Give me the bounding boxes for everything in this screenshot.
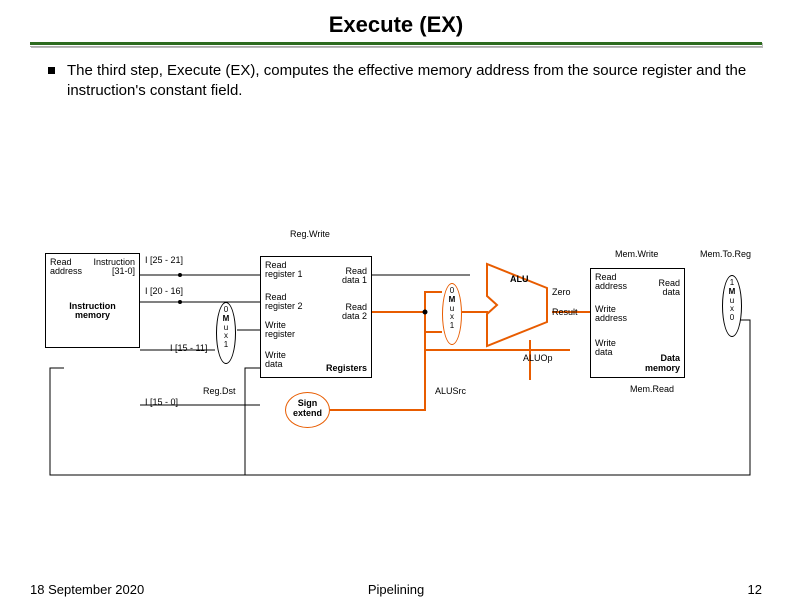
rf-wd: Write data xyxy=(265,351,286,370)
sig-regdst: Reg.Dst xyxy=(203,387,236,396)
alu-zero: Zero xyxy=(552,288,571,297)
bullet-square xyxy=(48,67,55,74)
bullet-point: The third step, Execute (EX), computes t… xyxy=(0,47,792,100)
sig-memtoreg: Mem.To.Reg xyxy=(700,250,751,259)
rf-name: Registers xyxy=(326,364,367,373)
lbl-i1511: I [15 - 11] xyxy=(170,344,207,353)
alu-result: Result xyxy=(552,308,578,317)
sig-aluop: ALUOp xyxy=(523,354,553,363)
data-memory: Read address Write address Write data Re… xyxy=(590,268,685,378)
dmem-rd: Read data xyxy=(658,279,680,298)
instruction-memory: Read address Instruction [31-0] Instruct… xyxy=(45,253,140,348)
mux-1: 1 xyxy=(217,341,235,350)
footer-page: 12 xyxy=(748,582,762,597)
footer-topic: Pipelining xyxy=(0,582,792,597)
lbl-i2521: I [25 - 21] xyxy=(145,256,183,265)
mux-memtoreg: 1 M u x 0 xyxy=(722,275,742,337)
sign-extend: Sign extend xyxy=(285,392,330,428)
rf-d2: Read data 2 xyxy=(342,303,367,322)
lbl-i2016: I [20 - 16] xyxy=(145,287,183,296)
imem-read-addr: Read address xyxy=(50,258,82,277)
dmem-wd: Write data xyxy=(595,339,616,358)
lbl-i150: I [15 - 0] xyxy=(145,398,178,407)
mux-1: 1 xyxy=(443,322,461,331)
mux-regdst: 0 M u x 1 xyxy=(216,302,236,364)
sig-regwrite: Reg.Write xyxy=(290,230,330,239)
sig-alusrc: ALUSrc xyxy=(435,387,466,396)
rf-wr: Write register xyxy=(265,321,295,340)
rf-r2: Read register 2 xyxy=(265,293,303,312)
mux-0: 0 xyxy=(723,314,741,323)
dmem-wa: Write address xyxy=(595,305,627,324)
sig-memread: Mem.Read xyxy=(630,385,674,394)
register-file: Read register 1 Read register 2 Write re… xyxy=(260,256,372,378)
imem-instr: Instruction [31-0] xyxy=(93,258,135,277)
imem-name: Instruction memory xyxy=(46,302,139,321)
dmem-ra: Read address xyxy=(595,273,627,292)
alu-name: ALU xyxy=(510,275,529,284)
datapath-diagram: Reg.Write Mem.Write Mem.To.Reg Reg.Dst A… xyxy=(30,220,762,520)
rf-d1: Read data 1 xyxy=(342,267,367,286)
sig-memwrite: Mem.Write xyxy=(615,250,658,259)
rf-r1: Read register 1 xyxy=(265,261,303,280)
bullet-text: The third step, Execute (EX), computes t… xyxy=(67,61,762,100)
dmem-name: Data memory xyxy=(645,354,680,373)
page-title: Execute (EX) xyxy=(0,0,792,42)
mux-alusrc: 0 M u x 1 xyxy=(442,283,462,345)
